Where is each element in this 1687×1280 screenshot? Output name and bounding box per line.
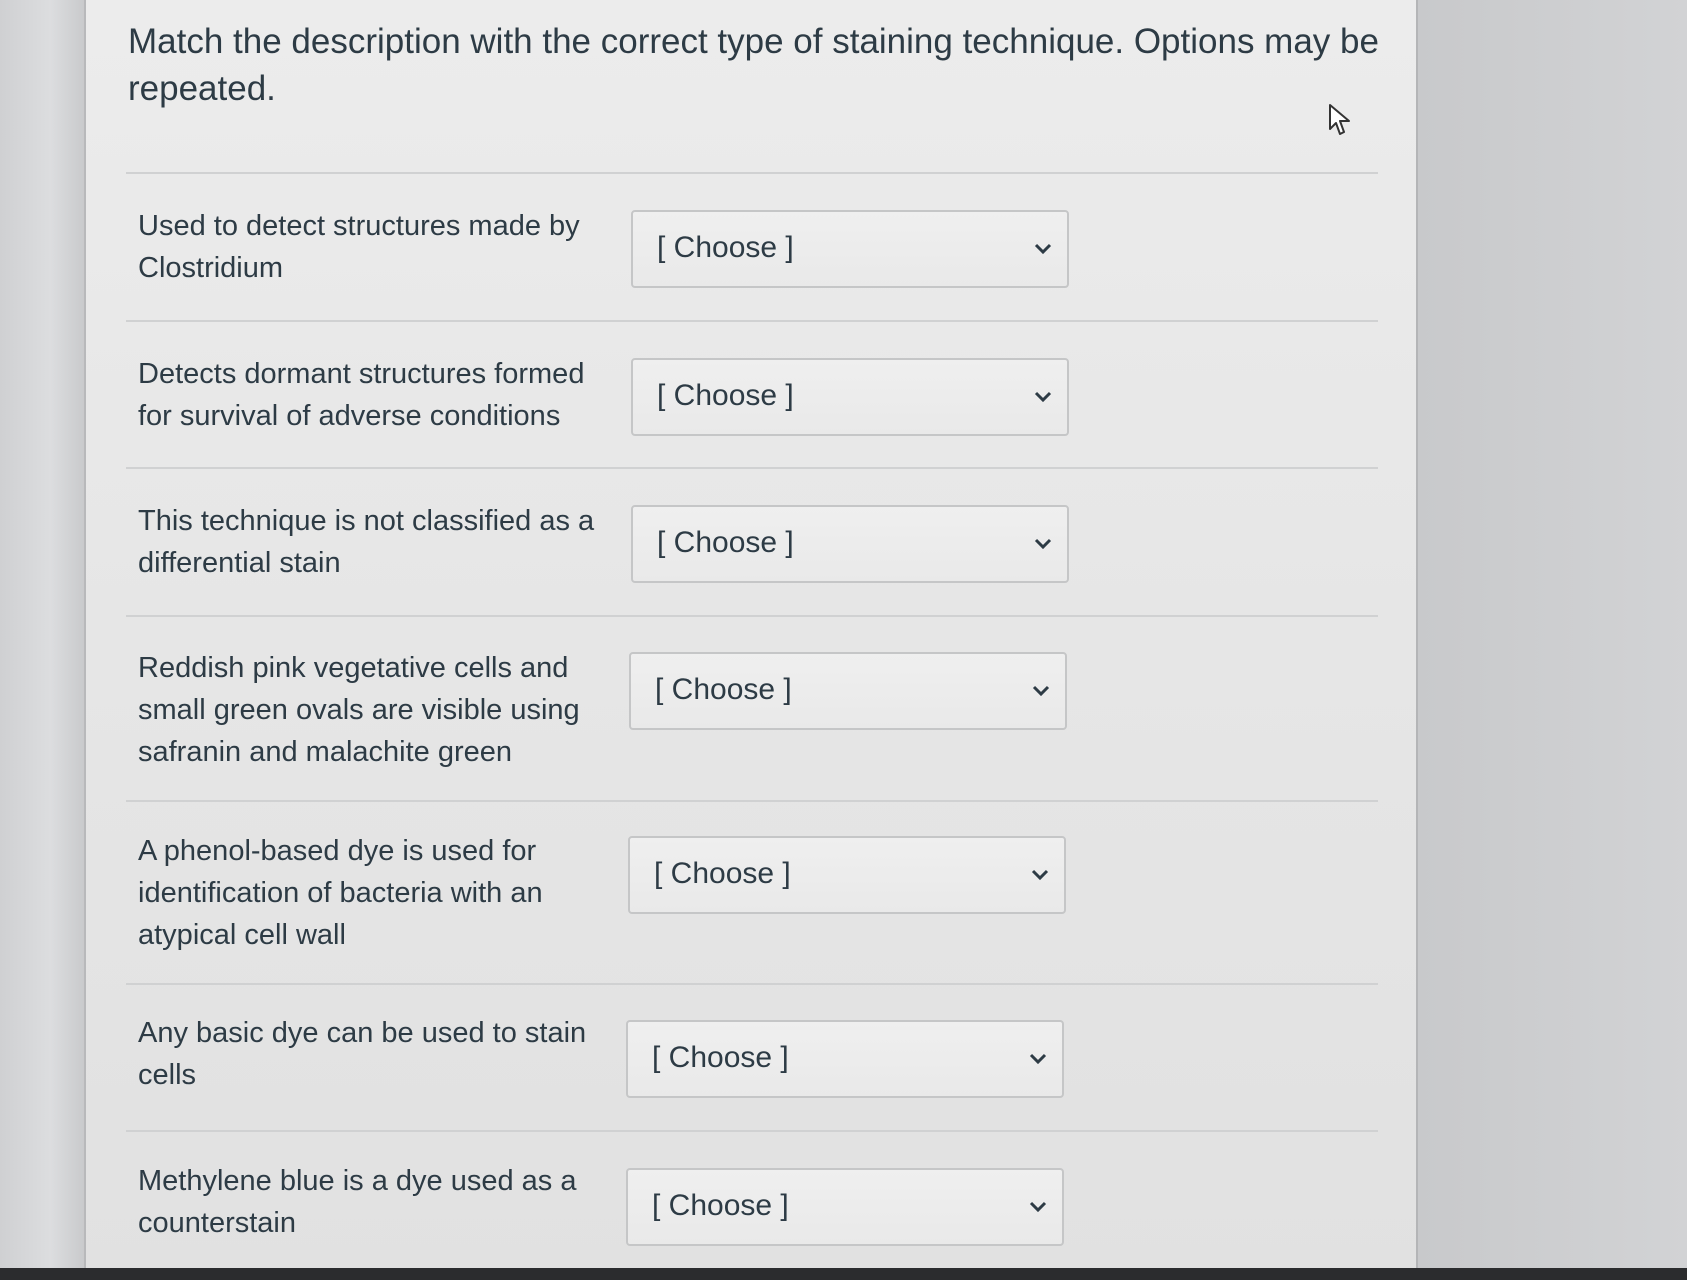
select-value: [ Choose ] bbox=[655, 673, 792, 706]
select-value: [ Choose ] bbox=[652, 1189, 789, 1222]
row-divider bbox=[126, 1130, 1378, 1132]
chevron-down-icon bbox=[1031, 869, 1049, 881]
answer-select[interactable]: [ Choose ] bbox=[631, 358, 1069, 436]
answer-select[interactable]: [ Choose ] bbox=[626, 1020, 1064, 1098]
select-value: [ Choose ] bbox=[657, 231, 794, 264]
row-divider bbox=[126, 615, 1378, 617]
chevron-down-icon bbox=[1034, 243, 1052, 255]
row-divider bbox=[126, 467, 1378, 469]
answer-select[interactable]: [ Choose ] bbox=[626, 1168, 1064, 1246]
row-divider bbox=[126, 172, 1378, 174]
select-value: [ Choose ] bbox=[652, 1041, 789, 1074]
match-description: Any basic dye can be used to stain cells bbox=[138, 1017, 587, 1091]
row-divider bbox=[126, 983, 1378, 985]
chevron-down-icon bbox=[1034, 391, 1052, 403]
row-divider bbox=[126, 800, 1378, 802]
chevron-down-icon bbox=[1032, 685, 1050, 697]
match-description: Used to detect structures made by Clostr… bbox=[138, 210, 580, 284]
select-value: [ Choose ] bbox=[654, 857, 791, 890]
answer-select[interactable]: [ Choose ] bbox=[628, 836, 1066, 914]
mouse-cursor-icon bbox=[1329, 104, 1350, 135]
match-description: This technique is not classified as a di… bbox=[138, 505, 595, 579]
chevron-down-icon bbox=[1029, 1053, 1047, 1065]
answer-select[interactable]: [ Choose ] bbox=[629, 652, 1067, 730]
match-description: Detects dormant structures formed for su… bbox=[138, 358, 585, 432]
screen-bottom-bezel bbox=[0, 1268, 1687, 1280]
chevron-down-icon bbox=[1029, 1201, 1047, 1213]
select-value: [ Choose ] bbox=[657, 526, 794, 559]
match-description: A phenol-based dye is used for identific… bbox=[138, 835, 543, 951]
match-description: Reddish pink vegetative cells and small … bbox=[138, 652, 580, 768]
match-description: Methylene blue is a dye used as a counte… bbox=[138, 1165, 577, 1239]
question-prompt: Match the description with the correct t… bbox=[128, 22, 1379, 108]
answer-select[interactable]: [ Choose ] bbox=[631, 210, 1069, 288]
select-value: [ Choose ] bbox=[657, 379, 794, 412]
answer-select[interactable]: [ Choose ] bbox=[631, 505, 1069, 583]
left-margin bbox=[0, 0, 86, 1280]
chevron-down-icon bbox=[1034, 538, 1052, 550]
right-margin bbox=[1416, 0, 1687, 1280]
row-divider bbox=[126, 320, 1378, 322]
